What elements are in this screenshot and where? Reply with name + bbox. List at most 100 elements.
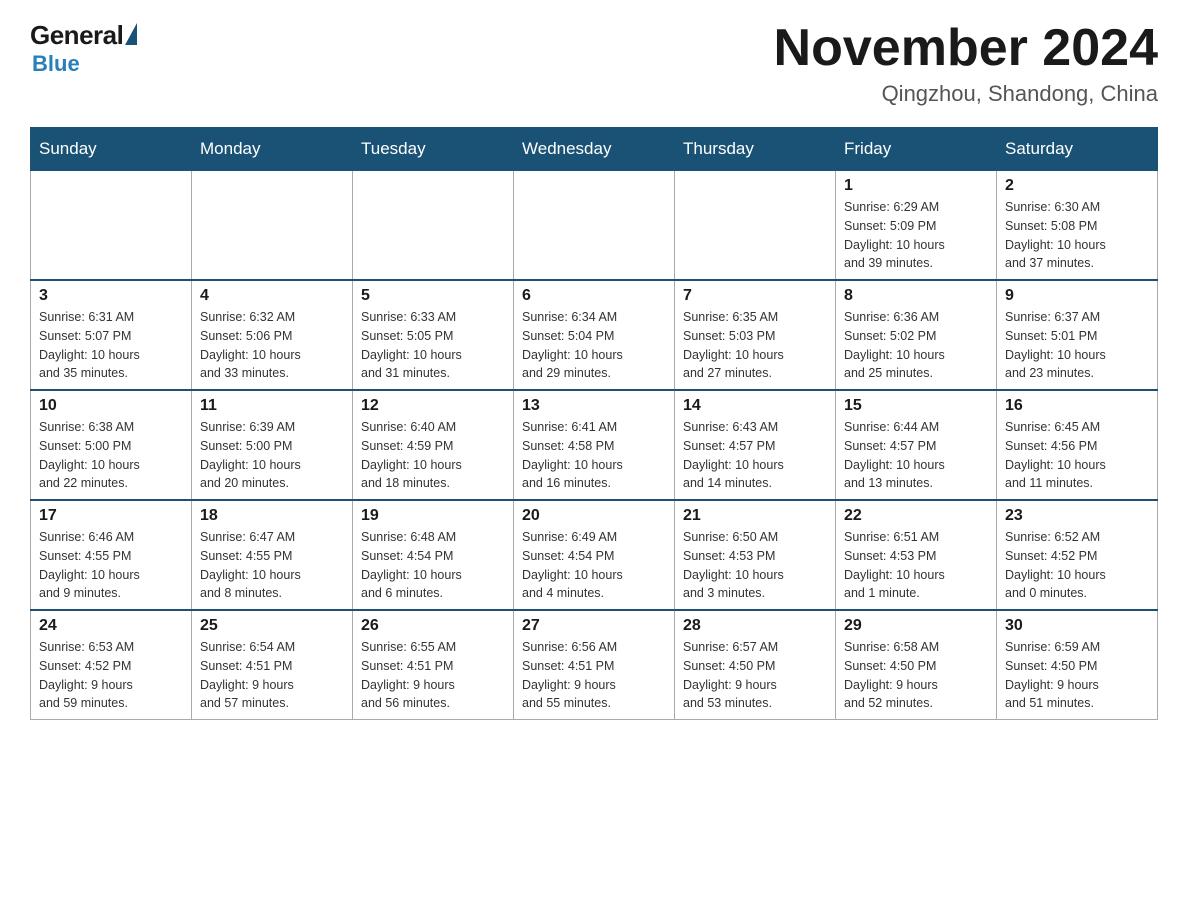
day-number: 28 [683, 617, 827, 635]
day-number: 17 [39, 507, 183, 525]
calendar-cell: 21 Sunrise: 6:50 AMSunset: 4:53 PMDayligh… [675, 500, 836, 610]
calendar-cell [31, 170, 192, 280]
calendar-week-row: 17 Sunrise: 6:46 AMSunset: 4:55 PMDayligh… [31, 500, 1158, 610]
month-title: November 2024 [774, 20, 1158, 77]
weekday-header-monday: Monday [192, 128, 353, 170]
day-number: 24 [39, 617, 183, 635]
day-info: Sunrise: 6:36 AMSunset: 5:02 PMDaylight:… [844, 308, 988, 383]
day-info: Sunrise: 6:35 AMSunset: 5:03 PMDaylight:… [683, 308, 827, 383]
weekday-header-row: SundayMondayTuesdayWednesdayThursdayFrid… [31, 128, 1158, 170]
calendar-cell: 9 Sunrise: 6:37 AMSunset: 5:01 PMDaylight… [997, 280, 1158, 390]
day-info: Sunrise: 6:52 AMSunset: 4:52 PMDaylight:… [1005, 528, 1149, 603]
day-number: 21 [683, 507, 827, 525]
calendar-cell: 16 Sunrise: 6:45 AMSunset: 4:56 PMDayligh… [997, 390, 1158, 500]
calendar-cell: 4 Sunrise: 6:32 AMSunset: 5:06 PMDaylight… [192, 280, 353, 390]
calendar-week-row: 3 Sunrise: 6:31 AMSunset: 5:07 PMDaylight… [31, 280, 1158, 390]
calendar-cell: 28 Sunrise: 6:57 AMSunset: 4:50 PMDayligh… [675, 610, 836, 720]
day-info: Sunrise: 6:32 AMSunset: 5:06 PMDaylight:… [200, 308, 344, 383]
calendar-table: SundayMondayTuesdayWednesdayThursdayFrid… [30, 127, 1158, 720]
title-section: November 2024 Qingzhou, Shandong, China [774, 20, 1158, 107]
calendar-cell: 19Sunrise: 6:48 AMSunset: 4:54 PMDayligh… [353, 500, 514, 610]
calendar-cell: 25 Sunrise: 6:54 AMSunset: 4:51 PMDayligh… [192, 610, 353, 720]
day-info: Sunrise: 6:37 AMSunset: 5:01 PMDaylight:… [1005, 308, 1149, 383]
calendar-cell: 30 Sunrise: 6:59 AMSunset: 4:50 PMDayligh… [997, 610, 1158, 720]
calendar-cell [353, 170, 514, 280]
calendar-cell: 24 Sunrise: 6:53 AMSunset: 4:52 PMDayligh… [31, 610, 192, 720]
calendar-week-row: 1 Sunrise: 6:29 AMSunset: 5:09 PMDaylight… [31, 170, 1158, 280]
calendar-cell [675, 170, 836, 280]
day-info: Sunrise: 6:34 AMSunset: 5:04 PMDaylight:… [522, 308, 666, 383]
calendar-cell: 13 Sunrise: 6:41 AMSunset: 4:58 PMDayligh… [514, 390, 675, 500]
day-number: 3 [39, 287, 183, 305]
calendar-cell: 8 Sunrise: 6:36 AMSunset: 5:02 PMDaylight… [836, 280, 997, 390]
day-number: 29 [844, 617, 988, 635]
day-number: 9 [1005, 287, 1149, 305]
day-info: Sunrise: 6:44 AMSunset: 4:57 PMDaylight:… [844, 418, 988, 493]
day-number: 4 [200, 287, 344, 305]
calendar-cell: 17 Sunrise: 6:46 AMSunset: 4:55 PMDayligh… [31, 500, 192, 610]
day-info: Sunrise: 6:47 AMSunset: 4:55 PMDaylight:… [200, 528, 344, 603]
day-number: 25 [200, 617, 344, 635]
day-number: 8 [844, 287, 988, 305]
day-info: Sunrise: 6:31 AMSunset: 5:07 PMDaylight:… [39, 308, 183, 383]
day-info: Sunrise: 6:51 AMSunset: 4:53 PMDaylight:… [844, 528, 988, 603]
calendar-cell: 2 Sunrise: 6:30 AMSunset: 5:08 PMDaylight… [997, 170, 1158, 280]
day-info: Sunrise: 6:59 AMSunset: 4:50 PMDaylight:… [1005, 638, 1149, 713]
day-info: Sunrise: 6:39 AMSunset: 5:00 PMDaylight:… [200, 418, 344, 493]
day-info: Sunrise: 6:58 AMSunset: 4:50 PMDaylight:… [844, 638, 988, 713]
day-info: Sunrise: 6:56 AMSunset: 4:51 PMDaylight:… [522, 638, 666, 713]
day-number: 13 [522, 397, 666, 415]
logo: General Blue [30, 20, 137, 77]
day-info: Sunrise: 6:49 AMSunset: 4:54 PMDaylight:… [522, 528, 666, 603]
calendar-cell: 7 Sunrise: 6:35 AMSunset: 5:03 PMDaylight… [675, 280, 836, 390]
day-number: 16 [1005, 397, 1149, 415]
day-number: 14 [683, 397, 827, 415]
weekday-header-tuesday: Tuesday [353, 128, 514, 170]
day-number: 2 [1005, 177, 1149, 195]
day-info: Sunrise: 6:30 AMSunset: 5:08 PMDaylight:… [1005, 198, 1149, 273]
calendar-cell: 22 Sunrise: 6:51 AMSunset: 4:53 PMDayligh… [836, 500, 997, 610]
day-number: 30 [1005, 617, 1149, 635]
day-number: 1 [844, 177, 988, 195]
day-number: 15 [844, 397, 988, 415]
day-info: Sunrise: 6:29 AMSunset: 5:09 PMDaylight:… [844, 198, 988, 273]
day-number: 11 [200, 397, 344, 415]
day-number: 26 [361, 617, 505, 635]
calendar-cell: 29 Sunrise: 6:58 AMSunset: 4:50 PMDayligh… [836, 610, 997, 720]
day-info: Sunrise: 6:41 AMSunset: 4:58 PMDaylight:… [522, 418, 666, 493]
day-number: 5 [361, 287, 505, 305]
day-number: 27 [522, 617, 666, 635]
day-info: Sunrise: 6:38 AMSunset: 5:00 PMDaylight:… [39, 418, 183, 493]
weekday-header-sunday: Sunday [31, 128, 192, 170]
day-info: Sunrise: 6:43 AMSunset: 4:57 PMDaylight:… [683, 418, 827, 493]
day-info: Sunrise: 6:54 AMSunset: 4:51 PMDaylight:… [200, 638, 344, 713]
day-info: Sunrise: 6:57 AMSunset: 4:50 PMDaylight:… [683, 638, 827, 713]
day-info: Sunrise: 6:45 AMSunset: 4:56 PMDaylight:… [1005, 418, 1149, 493]
day-number: 10 [39, 397, 183, 415]
day-number: 12 [361, 397, 505, 415]
calendar-cell: 3 Sunrise: 6:31 AMSunset: 5:07 PMDaylight… [31, 280, 192, 390]
day-info: Sunrise: 6:46 AMSunset: 4:55 PMDaylight:… [39, 528, 183, 603]
day-info: Sunrise: 6:48 AMSunset: 4:54 PMDaylight:… [361, 528, 505, 603]
calendar-cell: 6Sunrise: 6:34 AMSunset: 5:04 PMDaylight… [514, 280, 675, 390]
calendar-cell: 5Sunrise: 6:33 AMSunset: 5:05 PMDaylight… [353, 280, 514, 390]
calendar-cell: 26 Sunrise: 6:55 AMSunset: 4:51 PMDayligh… [353, 610, 514, 720]
logo-blue-text: Blue [32, 51, 80, 77]
day-info: Sunrise: 6:40 AMSunset: 4:59 PMDaylight:… [361, 418, 505, 493]
weekday-header-friday: Friday [836, 128, 997, 170]
day-number: 7 [683, 287, 827, 305]
calendar-cell: 23Sunrise: 6:52 AMSunset: 4:52 PMDayligh… [997, 500, 1158, 610]
calendar-week-row: 10 Sunrise: 6:38 AMSunset: 5:00 PMDayligh… [31, 390, 1158, 500]
calendar-cell: 1 Sunrise: 6:29 AMSunset: 5:09 PMDaylight… [836, 170, 997, 280]
calendar-cell: 11 Sunrise: 6:39 AMSunset: 5:00 PMDayligh… [192, 390, 353, 500]
day-number: 22 [844, 507, 988, 525]
logo-triangle-icon [125, 23, 137, 45]
calendar-cell: 12 Sunrise: 6:40 AMSunset: 4:59 PMDayligh… [353, 390, 514, 500]
calendar-cell: 20Sunrise: 6:49 AMSunset: 4:54 PMDayligh… [514, 500, 675, 610]
calendar-cell: 10 Sunrise: 6:38 AMSunset: 5:00 PMDayligh… [31, 390, 192, 500]
day-info: Sunrise: 6:53 AMSunset: 4:52 PMDaylight:… [39, 638, 183, 713]
day-info: Sunrise: 6:55 AMSunset: 4:51 PMDaylight:… [361, 638, 505, 713]
page-header: General Blue November 2024 Qingzhou, Sha… [30, 20, 1158, 107]
day-number: 18 [200, 507, 344, 525]
day-info: Sunrise: 6:50 AMSunset: 4:53 PMDaylight:… [683, 528, 827, 603]
